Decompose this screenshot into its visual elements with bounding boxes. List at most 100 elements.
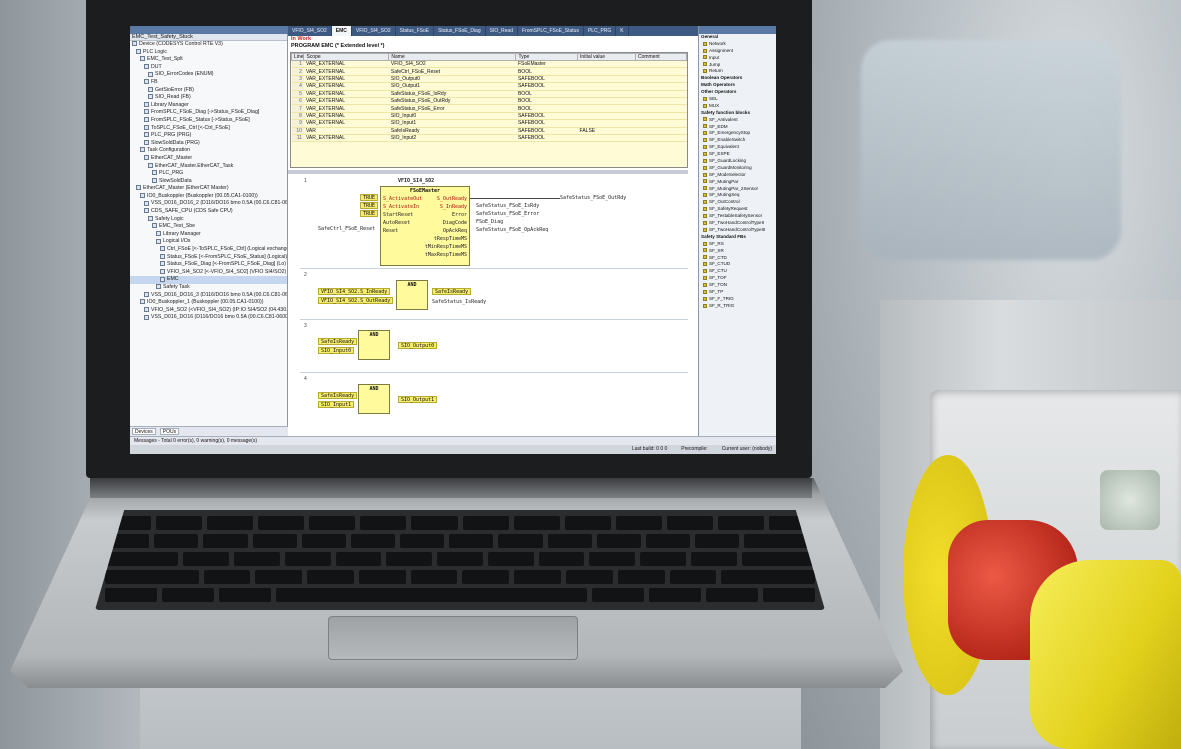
toolbox-item[interactable]: SF_MutingPar <box>699 179 776 186</box>
toolbox-item[interactable]: SF_CTD <box>699 255 776 262</box>
toolbox-item[interactable]: Network <box>699 41 776 48</box>
tree-item[interactable]: Device (CODESYS Control RTE V3) <box>130 41 287 49</box>
tree-item[interactable]: VSS_D016_DO16 (D116/DO16 bmo 0.5A (00.C6… <box>130 314 287 322</box>
and-input-variable[interactable]: VFIO_SI4_SO2.S_InReady <box>318 288 391 295</box>
toolbox-item[interactable]: SF_CTUD <box>699 261 776 268</box>
tree-item[interactable]: Library Manager <box>130 231 287 239</box>
editor-tab[interactable]: EMC <box>331 26 352 36</box>
tree-item[interactable]: ToSPLC_FSoE_Ctrl [<-Ctrl_FSoE] <box>130 125 287 133</box>
column-header[interactable]: Initial value <box>577 53 636 61</box>
toolbox-item[interactable]: SF_CTU <box>699 268 776 275</box>
output-variable[interactable]: SafeStatus_FSoE_OpAckReq <box>476 227 548 233</box>
table-row[interactable]: 9 VAR_EXTERNAL SIO_Input1 SAFEBOOL <box>291 119 687 128</box>
table-row[interactable]: 1 VAR_EXTERNAL VFIO_SI4_SO2 FSoEMaster <box>291 60 687 69</box>
editor-splitter[interactable] <box>288 170 688 174</box>
tree-item[interactable]: PLC Logic <box>130 49 287 57</box>
toolbox-item[interactable]: SF_RS <box>699 241 776 248</box>
true-literal[interactable]: TRUE <box>360 202 379 209</box>
toolbox-item[interactable]: Assignment <box>699 48 776 55</box>
fsoe-master-block[interactable]: FSoEMaster S_ActivateOut S_ActivateIn St… <box>380 186 470 266</box>
output-variable[interactable]: SafeStatus_FSoE_Error <box>476 211 539 217</box>
tree-item[interactable]: EtherCAT_Master (EtherCAT Master) <box>130 185 287 193</box>
and-output-variable[interactable]: SafeIsReady <box>432 288 472 295</box>
toolbox-item[interactable]: SF_GuardMonitoring <box>699 165 776 172</box>
and-input-variable[interactable]: SafeIsReady <box>318 338 358 345</box>
toolbox-category[interactable]: Math Operators <box>699 82 776 89</box>
tree-item[interactable]: CDS_SAFE_CPU (CDS Safe CPU) <box>130 208 287 216</box>
column-header[interactable]: Comment <box>634 53 687 61</box>
tree-item[interactable]: Library Manager <box>130 102 287 110</box>
toolbox-item[interactable]: SF_SR <box>699 248 776 255</box>
table-row[interactable]: 4 VAR_EXTERNAL SIO_Output1 SAFEBOOL <box>291 82 687 91</box>
tab-pous[interactable]: POUs <box>159 428 180 435</box>
editor-tab[interactable]: SIO_Read <box>486 26 518 36</box>
table-row[interactable]: 11 VAR_EXTERNAL SIO_Input2 SAFEBOOL <box>291 134 687 143</box>
tree-item[interactable]: Task Configuration <box>130 147 287 155</box>
toolbox-item[interactable]: SF_Antivalent <box>699 117 776 124</box>
tree-item[interactable]: EMC <box>130 276 287 284</box>
column-header[interactable]: Name <box>388 53 517 61</box>
tree-item[interactable]: SIO_Read (FB) <box>130 94 287 102</box>
toolbox-category[interactable]: Safety Standard FBs <box>699 234 776 241</box>
true-literal[interactable]: TRUE <box>360 194 379 201</box>
toolbox-item[interactable]: SF_Equivalent <box>699 144 776 151</box>
tree-item[interactable]: Safety Logic <box>130 216 287 224</box>
toolbox-category[interactable]: Other Operators <box>699 89 776 96</box>
tree-item[interactable]: FromSPLC_FSoE_Diag [->Status_FSoE_Diag] <box>130 109 287 117</box>
editor-tab[interactable]: Status_FSoE <box>396 26 435 36</box>
tree-item[interactable]: SlowSoldData (PRG) <box>130 140 287 148</box>
and-output-variable[interactable]: SIO_Output0 <box>398 342 438 349</box>
toolbox-item[interactable]: SF_R_TRIG <box>699 303 776 310</box>
tree-item[interactable]: SIO_ErrorCodes (ENUM) <box>130 71 287 79</box>
toolbox-item[interactable]: SF_TwoHandControlTypeII <box>699 220 776 227</box>
toolbox-category[interactable]: Boolean Operators <box>699 75 776 82</box>
toolbox-category[interactable]: Safety function blocks <box>699 110 776 117</box>
and-input-variable[interactable]: SafeIsReady <box>318 392 358 399</box>
tree-item[interactable]: IO0_Buskoppler (Buskoppler (00.05.CA1-01… <box>130 193 287 201</box>
toolbox-item[interactable]: SF_MutingPar_2Sensor <box>699 186 776 193</box>
and-input-variable[interactable]: VFIO_SI4_SO2.S_OutReady <box>318 297 394 304</box>
toolbox-item[interactable]: SF_SafetyRequest <box>699 206 776 213</box>
toolbox-item[interactable]: Jump <box>699 62 776 69</box>
toolbox-item[interactable]: Input <box>699 55 776 62</box>
tree-item[interactable]: EMC_Test_Splt <box>130 56 287 64</box>
toolbox-item[interactable]: SF_MutingSeq <box>699 192 776 199</box>
and-input-variable[interactable]: SIO_Input0 <box>318 347 355 354</box>
tree-item[interactable]: Ctrl_FSoE [<-ToSPLC_FSoE_Ctrl] (Logical … <box>130 246 287 254</box>
tree-item[interactable]: IO0_Buskoppler_1 (Buskoppler (00.05.CA1-… <box>130 299 287 307</box>
table-row[interactable]: 5 VAR_EXTERNAL SafeStatus_FSoE_IsRdy BOOL <box>291 90 687 98</box>
table-row[interactable]: 2 VAR_EXTERNAL SafeCtrl_FSoE_Reset BOOL <box>291 67 687 76</box>
and-input-variable[interactable]: SIO_Input1 <box>318 401 355 408</box>
toolbox-item[interactable]: SF_OutControl <box>699 199 776 206</box>
tab-devices[interactable]: Devices <box>132 428 156 435</box>
output-variable[interactable]: FSoE_Diag <box>476 219 503 225</box>
tree-item[interactable]: EMC_Test_Sbe <box>130 223 287 231</box>
reset-variable[interactable]: SafeCtrl_FSoE_Reset <box>318 226 375 232</box>
editor-tab[interactable]: VFIO_SI4_SO2 <box>288 26 332 36</box>
column-header[interactable]: Line <box>291 53 305 61</box>
toolbox-item[interactable]: SF_GuardLocking <box>699 158 776 165</box>
table-row[interactable]: 7 VAR_EXTERNAL SafeStatus_FSoE_Error BOOL <box>291 104 687 113</box>
table-row[interactable]: 3 VAR_EXTERNAL SIO_Output0 SAFEBOOL <box>291 75 687 84</box>
messages-bar[interactable]: Messages - Total 0 error(s), 0 warning(s… <box>130 436 776 445</box>
tree-item[interactable]: Status_FSoE [<-FromSPLC_FSoE_Status] (Lo… <box>130 254 287 262</box>
tree-item[interactable]: SlowSoldData <box>130 178 287 186</box>
toolbox-item[interactable]: Return <box>699 68 776 75</box>
tree-item[interactable]: EtherCAT_Master <box>130 155 287 163</box>
toolbox-item[interactable]: SF_TwoHandControlTypeIII <box>699 227 776 234</box>
toolbox-item[interactable]: MUX <box>699 103 776 110</box>
toolbox-item[interactable]: SF_ModeSelector <box>699 172 776 179</box>
editor-tab[interactable]: Status_FSoE_Diag <box>434 26 486 36</box>
toolbox-item[interactable]: SF_TP <box>699 289 776 296</box>
toolbox-item[interactable]: SF_TestableSafetySensor <box>699 213 776 220</box>
tree-item[interactable]: VSS_D016_DO16_3 (D116/DO16 bmo 0.5A (00.… <box>130 292 287 300</box>
tree-item[interactable]: PLC_PRG (PRG) <box>130 132 287 140</box>
editor-tab[interactable]: FromSPLC_FSoE_Status <box>518 26 584 36</box>
tree-item[interactable]: VFIO_SI4_SO2 (<VFIO_SI4_SO2) (IP:IO SI4/… <box>130 307 287 315</box>
tree-item[interactable]: PLC_PRG <box>130 170 287 178</box>
column-header[interactable]: Scope <box>303 53 390 61</box>
toolbox-item[interactable]: SF_ESPE <box>699 151 776 158</box>
tree-item[interactable]: GetSioError (FB) <box>130 87 287 95</box>
column-header[interactable]: Type <box>515 53 579 61</box>
output-variable[interactable]: SafeStatus_FSoE_IsRdy <box>476 203 539 209</box>
